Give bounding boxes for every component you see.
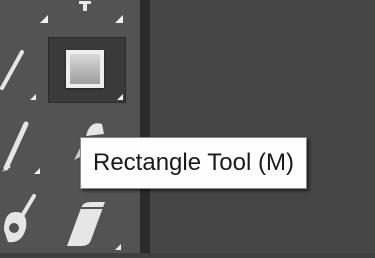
blob-brush-icon: [4, 194, 36, 243]
canvas-area[interactable]: [150, 0, 375, 253]
tool-tooltip: Rectangle Tool (M): [80, 137, 307, 189]
rectangle-icon: [66, 50, 104, 88]
eraser-tool[interactable]: [55, 190, 115, 253]
tool-group-arrow-icon: [34, 168, 40, 174]
tooltip-text: Rectangle Tool (M): [93, 149, 294, 176]
type-tool[interactable]: [65, 0, 105, 12]
blob-brush-tool[interactable]: [0, 190, 45, 253]
eraser-icon: [67, 202, 105, 246]
panel-divider: [140, 0, 150, 253]
tool-group-arrow-icon: [117, 94, 123, 100]
tool-group-arrow-icon: [40, 15, 48, 23]
line-segment-tool[interactable]: [0, 40, 45, 100]
tool-group-arrow-icon: [115, 244, 121, 250]
tools-panel: [0, 0, 140, 253]
tool-group-arrow-icon: [115, 15, 123, 23]
line-segment-icon: [0, 50, 24, 90]
type-icon: [79, 1, 91, 11]
rectangle-tool[interactable]: [48, 37, 126, 103]
tool-group-arrow-icon: [30, 94, 36, 100]
